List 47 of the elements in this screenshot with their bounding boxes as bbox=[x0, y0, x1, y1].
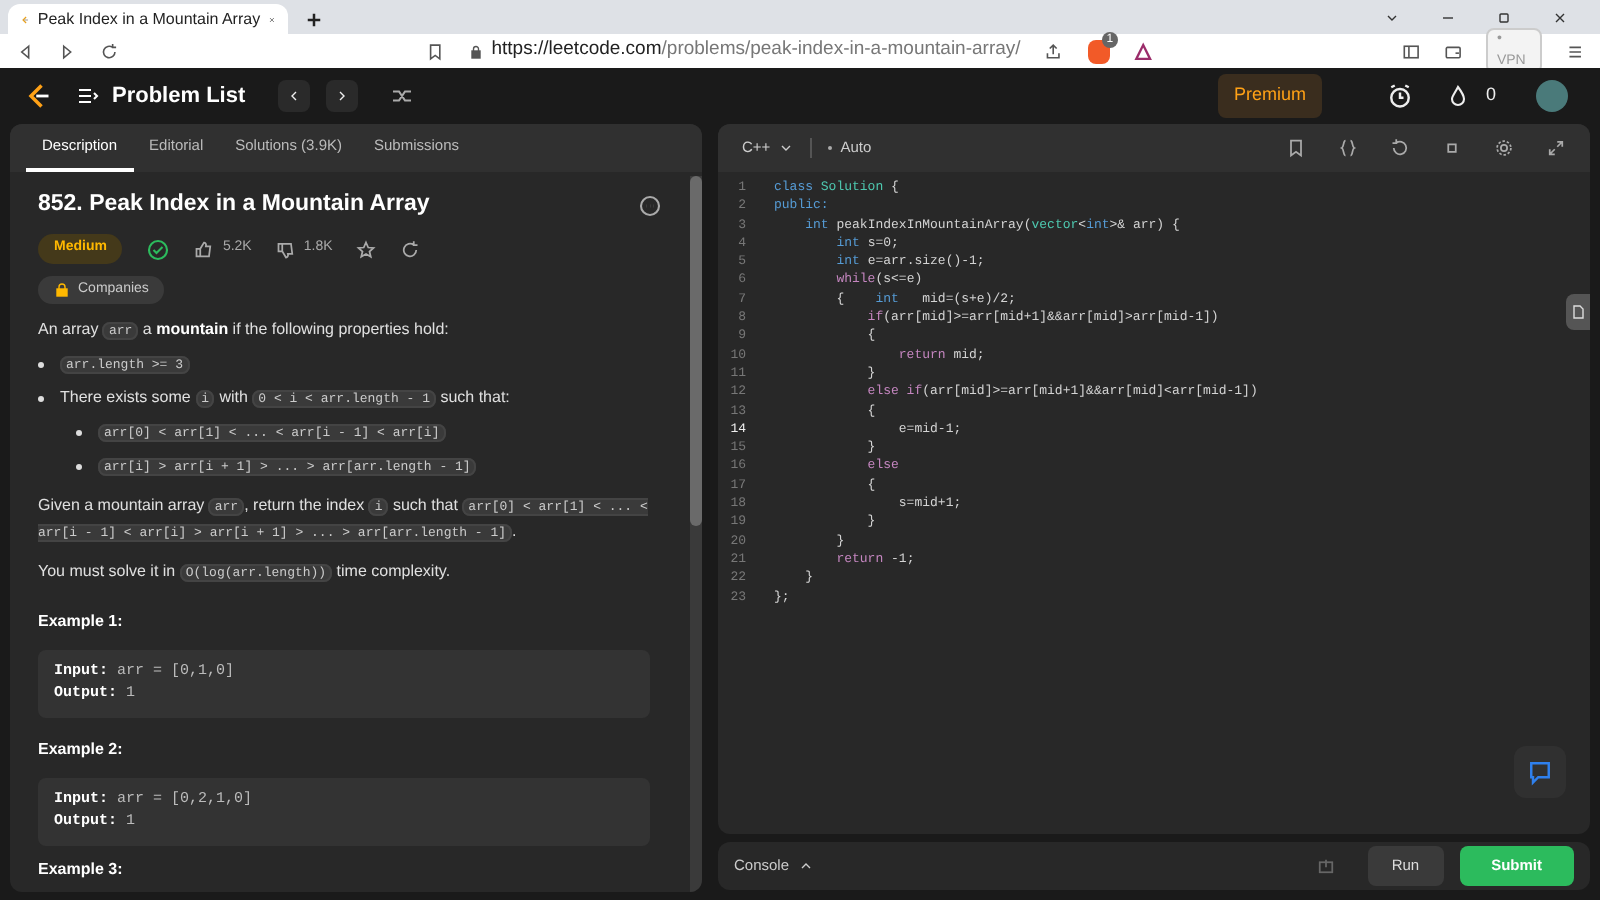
previous-button[interactable] bbox=[277, 80, 310, 112]
address-bar[interactable]: https://leetcode.com/problems/peak-index-in-a-mountain-array/ bbox=[467, 36, 1021, 66]
settings-icon[interactable] bbox=[1494, 138, 1514, 158]
reload-icon[interactable] bbox=[100, 41, 120, 61]
feedback-button[interactable] bbox=[1514, 746, 1566, 798]
flame-icon[interactable] bbox=[1445, 84, 1470, 108]
chat-icon bbox=[1526, 758, 1554, 786]
document-icon bbox=[1570, 304, 1586, 320]
avatar[interactable] bbox=[1536, 80, 1568, 112]
chevron-down-icon[interactable] bbox=[1384, 10, 1400, 26]
problem-list-button[interactable]: Problem List bbox=[76, 79, 246, 113]
bookmark-icon[interactable] bbox=[1286, 138, 1306, 158]
chevron-up-icon bbox=[797, 858, 814, 874]
back-icon[interactable] bbox=[16, 41, 35, 61]
thumbs-up-icon bbox=[194, 239, 215, 259]
close-icon[interactable] bbox=[1552, 10, 1568, 26]
expand-icon[interactable] bbox=[1546, 138, 1566, 158]
braces-icon[interactable] bbox=[1338, 138, 1358, 158]
sidebar-icon[interactable] bbox=[1402, 41, 1421, 61]
thumbs-down-icon bbox=[275, 239, 296, 259]
wallet-icon[interactable] bbox=[1444, 41, 1463, 61]
side-tab[interactable] bbox=[1566, 294, 1590, 330]
alarm-icon[interactable] bbox=[1385, 82, 1414, 110]
example-title: Example 1: bbox=[38, 610, 125, 635]
reset-icon[interactable] bbox=[1390, 138, 1410, 158]
more-icon[interactable] bbox=[638, 193, 662, 218]
menu-icon[interactable] bbox=[1565, 41, 1584, 61]
bookmark-icon[interactable] bbox=[425, 41, 444, 61]
lock-icon bbox=[467, 43, 484, 59]
maximize-icon[interactable] bbox=[1496, 10, 1512, 26]
next-button[interactable] bbox=[325, 80, 358, 112]
forward-icon[interactable] bbox=[58, 41, 77, 61]
example-title: Example 2: bbox=[38, 738, 125, 763]
browser-tab[interactable]: Peak Index in a Mountain Array bbox=[8, 4, 288, 34]
shuffle-icon[interactable] bbox=[389, 84, 414, 108]
premium-button[interactable]: Premium bbox=[1217, 74, 1322, 118]
tab-title: Peak Index in a Mountain Array bbox=[37, 7, 261, 31]
star-icon[interactable] bbox=[356, 239, 377, 259]
problem-title: 852. Peak Index in a Mountain Array bbox=[38, 190, 430, 220]
leetcode-logo-icon bbox=[24, 82, 52, 110]
chevron-down-icon bbox=[778, 140, 795, 156]
streak-count: 0 bbox=[1485, 82, 1496, 109]
lock-icon bbox=[54, 282, 70, 298]
triangle-icon[interactable] bbox=[1133, 41, 1152, 61]
example-title: Example 3: bbox=[38, 858, 125, 883]
new-tab-icon[interactable] bbox=[304, 10, 324, 30]
list-icon bbox=[76, 84, 100, 108]
